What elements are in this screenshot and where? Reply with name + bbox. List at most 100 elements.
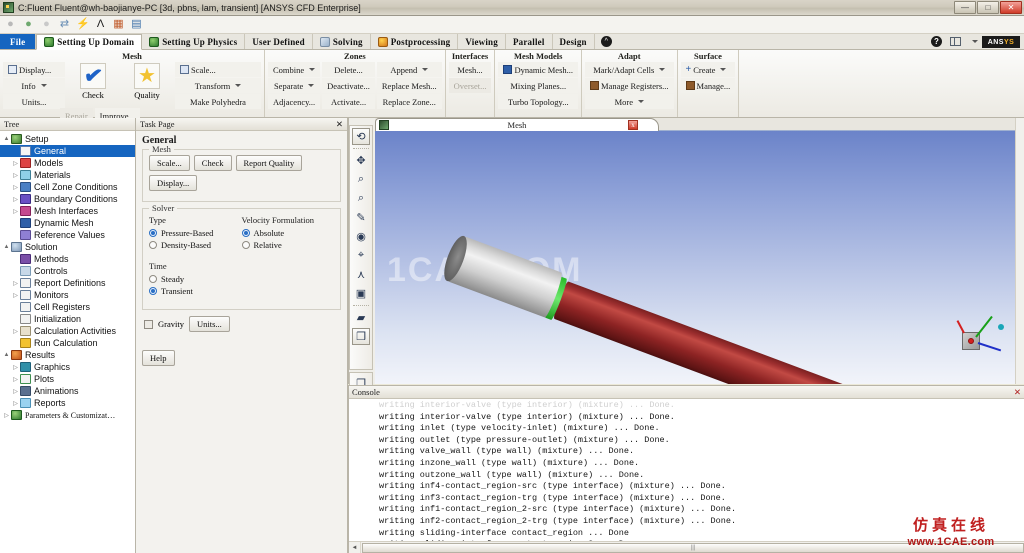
- task-page-close-icon[interactable]: ✕: [336, 119, 343, 130]
- expand-arrow-icon[interactable]: ▷: [11, 184, 20, 191]
- append-button[interactable]: Append: [376, 62, 442, 77]
- expand-arrow-icon[interactable]: ▲: [2, 136, 11, 142]
- gravity-checkbox[interactable]: [144, 319, 153, 329]
- tree-item-parameters-customizat[interactable]: ▷ Parameters & Customizat…: [0, 409, 135, 421]
- scroll-thumb[interactable]: |||: [362, 542, 1024, 553]
- help-button[interactable]: Help: [142, 350, 175, 366]
- collapse-ribbon-icon[interactable]: ^: [600, 36, 612, 47]
- report-quality-button[interactable]: Report Quality: [235, 155, 303, 171]
- table-icon[interactable]: ▦: [112, 18, 125, 31]
- check-big-button[interactable]: ✔ Check: [67, 62, 119, 109]
- chevron-down-icon[interactable]: [235, 84, 242, 87]
- refresh-icon[interactable]: ⇄: [58, 18, 71, 31]
- adjacency-button[interactable]: Adjacency...: [268, 94, 321, 109]
- tree-item-general[interactable]: General: [0, 145, 135, 157]
- tree-item-cell-registers[interactable]: Cell Registers: [0, 301, 135, 313]
- transform-button[interactable]: Transform: [175, 78, 261, 93]
- tab-setting-up-physics[interactable]: Setting Up Physics: [142, 34, 246, 49]
- read-mesh-icon[interactable]: ●: [22, 18, 35, 31]
- tree-item-cell-zone-conditions[interactable]: ▷ Cell Zone Conditions: [0, 181, 135, 193]
- chevron-down-icon[interactable]: [422, 68, 429, 71]
- tree-item-methods[interactable]: Methods: [0, 253, 135, 265]
- probe-icon[interactable]: ✎: [352, 209, 370, 226]
- mesh-button[interactable]: Mesh...: [448, 62, 492, 77]
- tree-item-plots[interactable]: ▷ Plots: [0, 373, 135, 385]
- display-button[interactable]: Display...: [149, 175, 198, 191]
- pan-view-icon[interactable]: ✥: [352, 152, 370, 169]
- node-select-icon[interactable]: ⋏: [352, 266, 370, 283]
- expand-arrow-icon[interactable]: ▷: [11, 376, 20, 383]
- tab-postprocessing[interactable]: Postprocessing: [371, 34, 459, 49]
- radio-density-based-dot[interactable]: [149, 241, 157, 249]
- separate-button[interactable]: Separate: [268, 78, 321, 93]
- activate-button[interactable]: Activate...: [322, 94, 375, 109]
- tab-file[interactable]: File: [0, 34, 37, 49]
- make-polyhedra-button[interactable]: Make Polyhedra: [175, 94, 261, 109]
- tree-item-graphics[interactable]: ▷ Graphics: [0, 361, 135, 373]
- mark-adapt-cells-button[interactable]: Mark/Adapt Cells: [585, 62, 674, 77]
- deactivate-button[interactable]: Deactivate...: [322, 78, 375, 93]
- radio-relative-dot[interactable]: [241, 241, 250, 249]
- tree-item-animations[interactable]: ▷ Animations: [0, 385, 135, 397]
- expand-arrow-icon[interactable]: ▷: [11, 388, 20, 395]
- radio-transient-dot[interactable]: [149, 287, 157, 295]
- close-button[interactable]: ✕: [1000, 1, 1022, 14]
- zoom-out-icon[interactable]: ⌕: [352, 171, 370, 188]
- expand-arrow-icon[interactable]: ▲: [2, 244, 11, 250]
- expand-arrow-icon[interactable]: ▷: [11, 292, 20, 299]
- expand-arrow-icon[interactable]: ▷: [2, 412, 11, 419]
- tree-item-monitors[interactable]: ▷ Monitors: [0, 289, 135, 301]
- chevron-down-icon[interactable]: [720, 68, 727, 71]
- chevron-down-icon[interactable]: [309, 68, 316, 71]
- graphics-tab-mesh[interactable]: Mesh x: [375, 118, 659, 131]
- dynamic-mesh-button[interactable]: Dynamic Mesh...: [498, 62, 579, 77]
- units-button[interactable]: Units...: [3, 94, 65, 109]
- camera-icon[interactable]: ▣: [352, 285, 370, 302]
- tree-item-report-definitions[interactable]: ▷ Report Definitions: [0, 277, 135, 289]
- delete-button[interactable]: Delete...: [322, 62, 375, 77]
- tree-item-models[interactable]: ▷ Models: [0, 157, 135, 169]
- replace-mesh-button[interactable]: Replace Mesh...: [376, 78, 442, 93]
- ansys-a-icon[interactable]: Λ: [94, 18, 107, 31]
- rotate-view-icon[interactable]: ⟲: [352, 128, 370, 145]
- chevron-down-icon[interactable]: [637, 100, 644, 103]
- tree-item-results[interactable]: ▲ Results: [0, 349, 135, 361]
- turbo-topology-button[interactable]: Turbo Topology...: [498, 94, 579, 109]
- units-button[interactable]: Units...: [188, 316, 230, 332]
- expand-arrow-icon[interactable]: ▷: [11, 364, 20, 371]
- tree-item-controls[interactable]: Controls: [0, 265, 135, 277]
- console-horizontal-scrollbar[interactable]: ◄ |||: [349, 541, 1024, 553]
- maximize-button[interactable]: □: [977, 1, 999, 14]
- combine-button[interactable]: Combine: [268, 62, 321, 77]
- tree-item-setup[interactable]: ▲ Setup: [0, 133, 135, 145]
- tree-item-initialization[interactable]: Initialization: [0, 313, 135, 325]
- run-icon[interactable]: ⚡: [76, 18, 90, 31]
- display-options-icon[interactable]: ▰: [352, 309, 370, 326]
- tree-item-solution[interactable]: ▲ Solution: [0, 241, 135, 253]
- radio-transient[interactable]: Transient: [149, 285, 242, 297]
- copy-view-icon[interactable]: ❒: [352, 328, 370, 345]
- tree-item-dynamic-mesh[interactable]: Dynamic Mesh: [0, 217, 135, 229]
- check-button[interactable]: Check: [193, 155, 232, 171]
- tab-user-defined[interactable]: User Defined: [245, 34, 313, 49]
- write-case-icon[interactable]: ●: [40, 18, 53, 31]
- tab-setting-up-domain[interactable]: Setting Up Domain: [36, 34, 143, 50]
- radio-relative[interactable]: Relative: [241, 239, 335, 251]
- info-button[interactable]: Info: [3, 78, 65, 93]
- expand-arrow-icon[interactable]: ▷: [11, 280, 20, 287]
- tree-item-materials[interactable]: ▷ Materials: [0, 169, 135, 181]
- chevron-down-icon[interactable]: [40, 84, 47, 87]
- tree-item-run-calculation[interactable]: Run Calculation: [0, 337, 135, 349]
- tab-viewing[interactable]: Viewing: [458, 34, 506, 49]
- quality-big-button[interactable]: ★ Quality: [121, 62, 173, 109]
- graphics-vertical-scrollbar[interactable]: [1015, 118, 1024, 384]
- scale-button[interactable]: Scale...: [149, 155, 190, 171]
- tree-item-mesh-interfaces[interactable]: ▷ Mesh Interfaces: [0, 205, 135, 217]
- radio-pressure-based-dot[interactable]: [149, 229, 157, 237]
- new-case-icon[interactable]: ●: [4, 18, 17, 31]
- mixing-planes-button[interactable]: Mixing Planes...: [498, 78, 579, 93]
- tab-solving[interactable]: Solving: [313, 34, 371, 49]
- graphics-viewport[interactable]: 1CAE.COM: [375, 131, 1024, 384]
- replace-zone-button[interactable]: Replace Zone...: [376, 94, 442, 109]
- manage-button[interactable]: Manage...: [680, 78, 736, 93]
